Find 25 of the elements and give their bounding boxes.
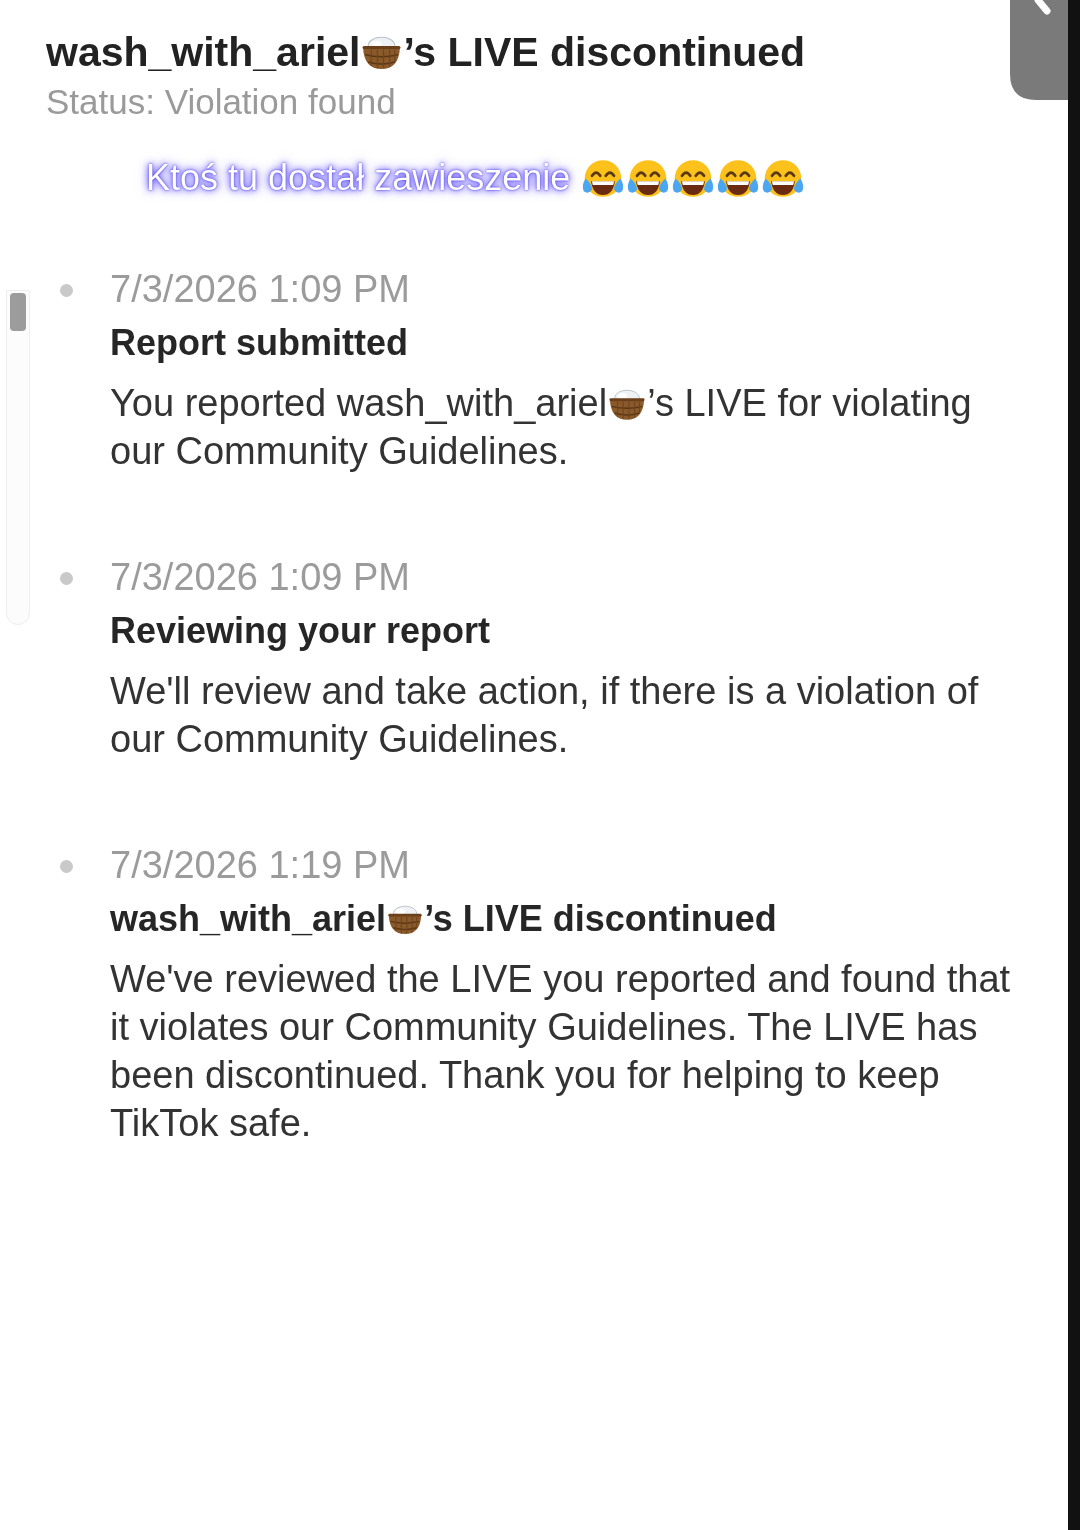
timeline-dot-icon xyxy=(60,284,73,297)
timestamp: 7/3/2026 1:09 PM xyxy=(110,267,411,312)
event-title: wash_with_ariel ’s LIVE discontinued xyxy=(110,897,778,941)
scrollbar-thumb[interactable] xyxy=(10,293,26,331)
timeline-dot-icon xyxy=(60,572,73,585)
laughing-face-icon xyxy=(716,159,761,197)
event-description: We'll review and take action, if there is a violation of our Community Guidelines. xyxy=(110,669,980,762)
laughing-face-icon xyxy=(581,159,626,197)
event-title: Report submitted xyxy=(110,321,409,365)
corner-button-icon[interactable] xyxy=(1010,0,1068,100)
timeline-dot-icon xyxy=(60,860,73,873)
event-description: You reported wash_with_ariel ’s LIVE for violating our Community Guidelines. xyxy=(110,381,973,474)
scrollbar-track[interactable] xyxy=(6,290,30,625)
laughing-face-icon xyxy=(626,159,671,197)
event-title: Reviewing your report xyxy=(110,609,492,653)
report-title: wash_with_ariel ’s LIVE discontinued xyxy=(46,28,806,76)
status-text: Status: Violation found xyxy=(46,82,397,122)
timestamp: 7/3/2026 1:19 PM xyxy=(110,843,411,888)
basket-emoji-icon xyxy=(387,905,424,936)
laughing-face-icon xyxy=(761,159,806,197)
timestamp: 7/3/2026 1:09 PM xyxy=(110,555,411,600)
basket-emoji-icon xyxy=(608,388,647,421)
laughing-face-icon xyxy=(671,159,716,197)
basket-emoji-icon xyxy=(361,36,403,71)
event-description: We've reviewed the LIVE you reported and found that it violates our Community Guidelines. The LIVE has been discontinued. Thank you for helping to keep TikTok safe. xyxy=(110,957,1012,1146)
